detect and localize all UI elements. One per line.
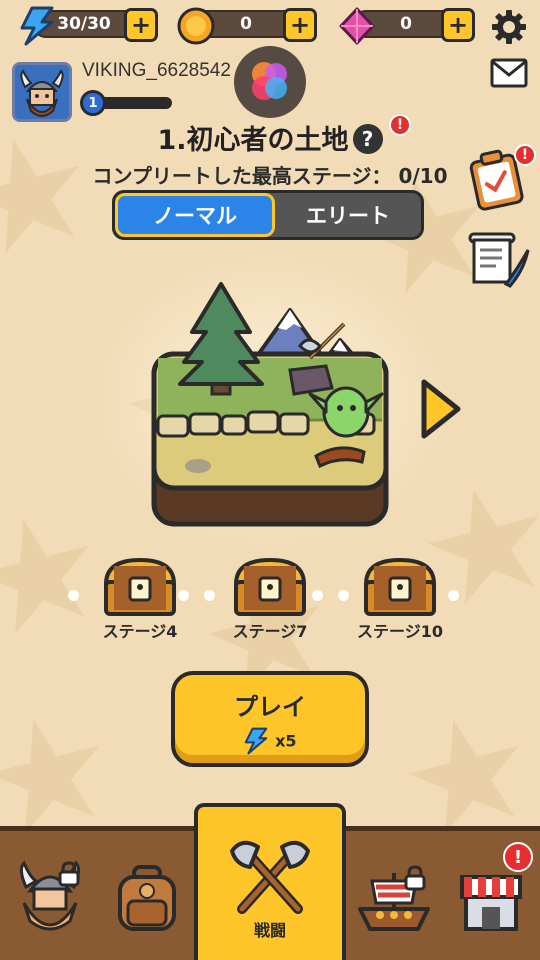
- quest-scroll-icon[interactable]: [466, 228, 532, 290]
- next-stage-arrow-icon[interactable]: [418, 378, 462, 440]
- energy-value: 30/30: [57, 14, 111, 34]
- play-button[interactable]: プレイ x5: [171, 671, 369, 767]
- gem-value: 0: [400, 14, 412, 34]
- settings-gear-icon[interactable]: [490, 8, 528, 46]
- nav-battle[interactable]: 戦闘: [194, 803, 346, 960]
- shop-storefront-icon: [460, 875, 522, 931]
- crossed-axes-icon: [230, 840, 310, 914]
- coin-value: 0: [240, 14, 252, 34]
- energy-bolt-icon: [245, 727, 268, 755]
- treasure-chest-icon[interactable]: [362, 556, 438, 618]
- reward-label: ステージ7: [232, 622, 308, 641]
- tasks-alert-badge: !: [514, 144, 536, 166]
- elite-mode-tab[interactable]: エリート: [275, 193, 421, 237]
- difficulty-toggle: ノーマル エリート: [112, 190, 424, 240]
- add-gems-button[interactable]: +: [441, 8, 475, 42]
- reward-label: ステージ4: [102, 622, 178, 641]
- help-icon[interactable]: ?: [352, 123, 383, 154]
- progress-dot: [448, 590, 459, 601]
- lock-icon: [404, 865, 426, 891]
- treasure-chest-icon[interactable]: [102, 556, 178, 618]
- normal-mode-tab[interactable]: ノーマル: [115, 193, 275, 237]
- play-button-label: プレイ: [234, 693, 306, 721]
- help-alert-badge: !: [389, 114, 411, 136]
- add-energy-button[interactable]: +: [124, 8, 158, 42]
- stage-title-text: 1.初心者の土地: [157, 125, 349, 156]
- player-name: VIKING_6628542: [82, 60, 231, 81]
- resource-bar: 30/30 + 0 + 0 +: [0, 0, 540, 50]
- mail-icon[interactable]: [490, 58, 528, 88]
- treasure-chest-icon[interactable]: [232, 556, 308, 618]
- completed-stage-text: コンプリートした最高ステージ： 0/10: [92, 164, 448, 188]
- nav-battle-label: 戦闘: [253, 921, 286, 940]
- player-avatar[interactable]: [12, 62, 72, 122]
- game-center-button[interactable]: [234, 46, 306, 118]
- progress-dot: [178, 590, 189, 601]
- add-coins-button[interactable]: +: [283, 8, 317, 42]
- progress-dot: [204, 590, 215, 601]
- play-cost-value: x5: [275, 731, 297, 751]
- energy-bolt-icon: [20, 6, 54, 46]
- stage-island-illustration[interactable]: [150, 280, 392, 530]
- nav-hero[interactable]: [0, 831, 100, 960]
- play-cost: x5: [175, 727, 365, 755]
- progress-dot: [312, 590, 323, 601]
- coin-icon: [177, 7, 215, 45]
- viking-avatar-icon: [15, 65, 69, 119]
- stage-title: 1.初心者の土地?: [0, 118, 540, 157]
- nav-inventory[interactable]: [100, 831, 194, 960]
- gem-icon: [339, 7, 375, 45]
- reward-label: ステージ10: [357, 622, 443, 641]
- backpack-icon: [118, 865, 176, 931]
- nav-voyage[interactable]: [346, 831, 442, 960]
- xp-progress-bar: [100, 97, 172, 109]
- game-center-icon: [252, 62, 287, 100]
- reward-track: ステージ4 ステージ7 ステージ10: [0, 550, 540, 650]
- player-level-badge: 1: [80, 90, 106, 116]
- progress-dot: [68, 590, 79, 601]
- progress-dot: [338, 590, 349, 601]
- lock-icon: [58, 861, 80, 887]
- shop-alert-badge: !: [503, 842, 533, 872]
